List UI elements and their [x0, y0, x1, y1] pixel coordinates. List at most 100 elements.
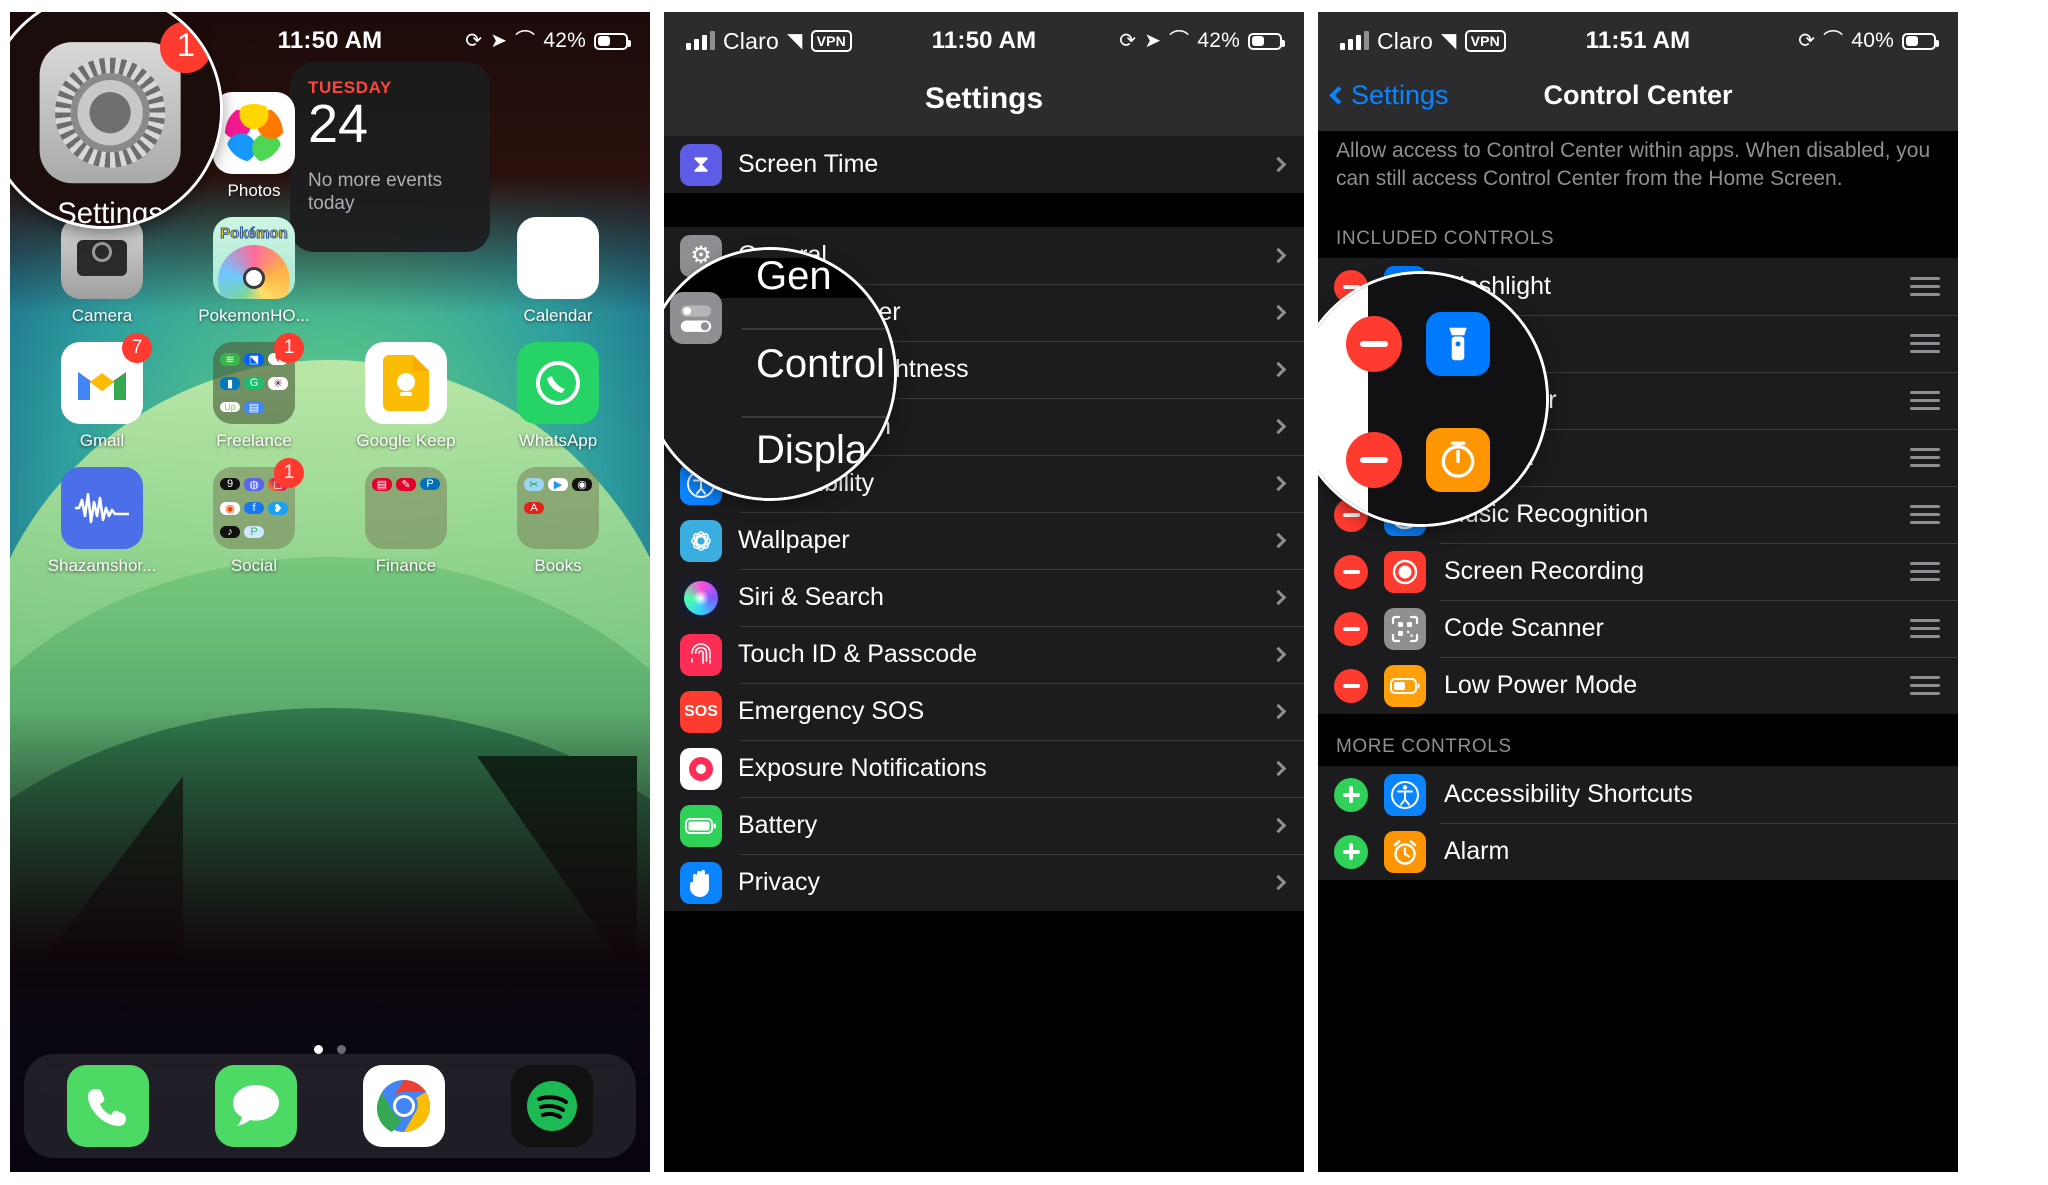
phone-3-control-center: Claro ◥ VPN 11:51 AM ⟳ ⌒ 40% Settings Co… [1318, 12, 1958, 1172]
chevron-right-icon [1270, 817, 1287, 834]
wifi-icon: ◥ [1440, 30, 1457, 52]
settings-group-top: ⧗ Screen Time [664, 136, 1304, 193]
app-folder-books[interactable]: ✂ ▶ ◉ A Books [482, 451, 634, 576]
control-row-low-power-mode[interactable]: Low Power Mode [1318, 657, 1958, 715]
google-keep-icon [365, 342, 447, 424]
row-label: Emergency SOS [738, 697, 925, 725]
settings-row-privacy[interactable]: Privacy [664, 854, 1304, 911]
app-row: 7 Gmail ≋ ⬔ ▼ ▮ G ✳ Up ▤ [26, 326, 634, 451]
phone-1-home-screen: 11:50 AM ⟳ ➤ ⌒ 42% TUESDAY 24 No more ev… [10, 12, 650, 1172]
settings-row-emergency-sos[interactable]: SOS Emergency SOS [664, 683, 1304, 740]
pokemon-home-icon: Pokémon [213, 217, 295, 299]
drag-handle[interactable] [1910, 505, 1940, 525]
low-power-icon [1384, 664, 1426, 707]
chevron-right-icon [1270, 156, 1287, 173]
status-time: 11:51 AM [1585, 27, 1691, 54]
three-phone-screenshot-strip: 11:50 AM ⟳ ➤ ⌒ 42% TUESDAY 24 No more ev… [0, 0, 2048, 1185]
battery-settings-icon [680, 804, 722, 847]
app-calendar[interactable]: Calendar [482, 201, 634, 326]
app-label: Camera [71, 306, 133, 325]
screen-record-icon [1384, 550, 1426, 593]
section-gap [664, 193, 1304, 227]
magnifier-callout-settings: 1 Settings [10, 12, 220, 226]
drag-handle[interactable] [1910, 334, 1940, 354]
drag-handle[interactable] [1910, 277, 1940, 297]
back-button-settings[interactable]: Settings [1329, 80, 1449, 111]
chevron-left-icon [1329, 86, 1348, 105]
page-dot-2[interactable] [337, 1045, 346, 1054]
headphones-icon: ⌒ [515, 30, 536, 52]
control-label: Accessibility Shortcuts [1444, 780, 1693, 809]
hourglass-icon: ⧗ [680, 143, 722, 186]
phone-icon[interactable] [67, 1065, 149, 1147]
remove-button[interactable] [1334, 554, 1368, 589]
badge-count: 1 [274, 458, 304, 488]
app-shazam-shortcut[interactable]: Shazamshor... [26, 451, 178, 576]
magnifier-callout-control-center: Gen Control Displa [664, 250, 894, 498]
remove-button[interactable] [1334, 611, 1368, 646]
chrome-icon[interactable] [363, 1065, 445, 1147]
control-row-accessibility-shortcuts[interactable]: Accessibility Shortcuts [1318, 766, 1958, 824]
settings-row-exposure-notifications[interactable]: Exposure Notifications [664, 740, 1304, 797]
settings-row-battery[interactable]: Battery [664, 797, 1304, 854]
nav-header: Claro ◥ VPN 11:51 AM ⟳ ⌒ 40% Settings Co… [1318, 12, 1958, 131]
alarm-icon [1384, 830, 1426, 873]
settings-row-siri-search[interactable]: Siri & Search [664, 569, 1304, 626]
carrier-name: Claro [723, 27, 779, 54]
page-indicator[interactable] [10, 1045, 650, 1054]
page-dot-1[interactable] [314, 1045, 323, 1054]
remove-button[interactable] [1334, 668, 1368, 703]
app-label: Shazamshor... [47, 556, 157, 575]
app-whatsapp[interactable]: WhatsApp [482, 326, 634, 451]
status-battery-percent: 42% [1197, 29, 1240, 52]
settings-row-wallpaper[interactable]: Wallpaper [664, 512, 1304, 569]
chevron-right-icon [1270, 532, 1287, 549]
add-button[interactable] [1334, 834, 1368, 869]
headphones-icon: ⌒ [1823, 30, 1844, 52]
battery-icon [1248, 32, 1285, 50]
app-gmail[interactable]: 7 Gmail [26, 326, 178, 451]
row-label: Screen Time [738, 150, 879, 178]
chevron-right-icon [1270, 589, 1287, 606]
cellular-signal-icon [1340, 31, 1369, 50]
messages-icon[interactable] [215, 1065, 297, 1147]
waveform-icon [61, 467, 143, 549]
wallpaper-flower-icon [680, 519, 722, 562]
included-controls-header: INCLUDED CONTROLS [1318, 214, 1958, 259]
carrier-name: Claro [1377, 27, 1433, 54]
dock [24, 1054, 636, 1158]
status-bar: Claro ◥ VPN 11:50 AM ⟳ ➤ ⌒ 42% [664, 12, 1304, 70]
drag-handle[interactable] [1910, 562, 1940, 582]
app-folder-finance[interactable]: ▤ ✎ P Finance [330, 451, 482, 576]
status-bar: Claro ◥ VPN 11:51 AM ⟳ ⌒ 40% [1318, 12, 1958, 70]
app-google-keep[interactable]: Google Keep [330, 326, 482, 451]
control-row-alarm[interactable]: Alarm [1318, 823, 1958, 881]
accessibility-icon [1384, 773, 1426, 816]
rotation-lock-icon: ⟳ [1119, 30, 1137, 52]
app-folder-social[interactable]: 9 ◍ ◻ ◉ f ❥ ♪ P 1 Social [178, 451, 330, 576]
more-controls-list: Accessibility Shortcuts Alarm [1318, 766, 1958, 881]
headphones-icon: ⌒ [1169, 30, 1190, 52]
control-row-screen-recording[interactable]: Screen Recording [1318, 543, 1958, 601]
status-time: 11:50 AM [931, 27, 1037, 54]
drag-handle[interactable] [1910, 619, 1940, 639]
drag-handle[interactable] [1910, 448, 1940, 468]
app-folder-freelance[interactable]: ≋ ⬔ ▼ ▮ G ✳ Up ▤ 1 Freelance [178, 326, 330, 451]
folder-finance-icon: ▤ ✎ P [365, 467, 447, 549]
chevron-right-icon [1270, 646, 1287, 663]
drag-handle[interactable] [1910, 676, 1940, 696]
status-battery-percent: 42% [543, 29, 586, 52]
app-label: Gmail [79, 431, 125, 450]
row-label: Exposure Notifications [738, 754, 987, 782]
control-label: Code Scanner [1444, 614, 1604, 643]
siri-icon [680, 576, 722, 619]
spotify-icon[interactable] [511, 1065, 593, 1147]
control-row-code-scanner[interactable]: Code Scanner [1318, 600, 1958, 658]
folder-books-icon: ✂ ▶ ◉ A [517, 467, 599, 549]
page-title: Settings [924, 82, 1044, 115]
settings-row-touch-id-passcode[interactable]: Touch ID & Passcode [664, 626, 1304, 683]
settings-row-screen-time[interactable]: ⧗ Screen Time [664, 136, 1304, 193]
app-label: Social [230, 556, 278, 575]
add-button[interactable] [1334, 777, 1368, 812]
drag-handle[interactable] [1910, 391, 1940, 411]
